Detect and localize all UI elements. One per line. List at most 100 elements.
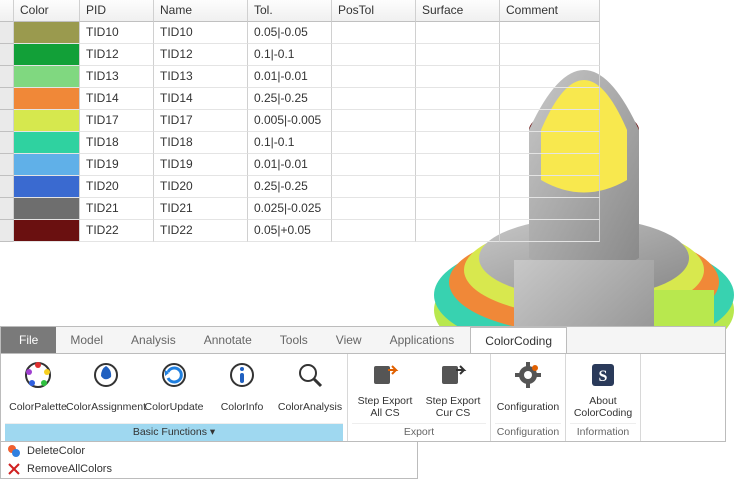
cell-postol[interactable] <box>332 154 416 176</box>
cell-surface[interactable] <box>416 198 500 220</box>
cell-name[interactable]: TID21 <box>154 198 248 220</box>
cell-tol[interactable]: 0.05|-0.05 <box>248 22 332 44</box>
row-selector[interactable] <box>0 22 14 44</box>
cell-pid[interactable]: TID14 <box>80 88 154 110</box>
color-swatch[interactable] <box>14 88 80 110</box>
cell-surface[interactable] <box>416 220 500 242</box>
cell-tol[interactable]: 0.25|-0.25 <box>248 176 332 198</box>
btn-stepexport-curcs[interactable]: Step Export Cur CS <box>420 358 486 421</box>
row-selector-header[interactable] <box>0 0 14 22</box>
color-swatch[interactable] <box>14 44 80 66</box>
cell-surface[interactable] <box>416 110 500 132</box>
cell-surface[interactable] <box>416 88 500 110</box>
cell-comment[interactable] <box>500 132 600 154</box>
col-header-tol.[interactable]: Tol. <box>248 0 332 22</box>
cell-tol[interactable]: 0.05|+0.05 <box>248 220 332 242</box>
col-header-surface[interactable]: Surface <box>416 0 500 22</box>
cell-tol[interactable]: 0.01|-0.01 <box>248 66 332 88</box>
cell-tol[interactable]: 0.1|-0.1 <box>248 132 332 154</box>
col-header-name[interactable]: Name <box>154 0 248 22</box>
tab-colorcoding[interactable]: ColorCoding <box>470 327 567 353</box>
dd-deletecolor[interactable]: DeleteColor <box>1 442 417 460</box>
group-label-basic[interactable]: Basic Functions <box>5 423 343 441</box>
btn-colorpalette[interactable]: ColorPalette <box>5 358 71 421</box>
col-header-comment[interactable]: Comment <box>500 0 600 22</box>
cell-postol[interactable] <box>332 220 416 242</box>
color-swatch[interactable] <box>14 198 80 220</box>
row-selector[interactable] <box>0 198 14 220</box>
cell-comment[interactable] <box>500 88 600 110</box>
tab-file[interactable]: File <box>1 327 56 353</box>
cell-pid[interactable]: TID10 <box>80 22 154 44</box>
cell-comment[interactable] <box>500 220 600 242</box>
cell-tol[interactable]: 0.01|-0.01 <box>248 154 332 176</box>
cell-comment[interactable] <box>500 154 600 176</box>
cell-surface[interactable] <box>416 22 500 44</box>
cell-postol[interactable] <box>332 88 416 110</box>
cell-postol[interactable] <box>332 132 416 154</box>
color-swatch[interactable] <box>14 132 80 154</box>
cell-pid[interactable]: TID21 <box>80 198 154 220</box>
col-header-color[interactable]: Color <box>14 0 80 22</box>
cell-surface[interactable] <box>416 176 500 198</box>
cell-pid[interactable]: TID12 <box>80 44 154 66</box>
cell-comment[interactable] <box>500 22 600 44</box>
btn-about[interactable]: S About ColorCoding <box>570 358 636 421</box>
tab-applications[interactable]: Applications <box>376 327 469 353</box>
cell-name[interactable]: TID10 <box>154 22 248 44</box>
cell-pid[interactable]: TID17 <box>80 110 154 132</box>
row-selector[interactable] <box>0 220 14 242</box>
cell-comment[interactable] <box>500 110 600 132</box>
cell-pid[interactable]: TID13 <box>80 66 154 88</box>
dd-removeallcolors[interactable]: RemoveAllColors <box>1 460 417 478</box>
cell-comment[interactable] <box>500 176 600 198</box>
cell-pid[interactable]: TID19 <box>80 154 154 176</box>
cell-tol[interactable]: 0.025|-0.025 <box>248 198 332 220</box>
color-swatch[interactable] <box>14 220 80 242</box>
col-header-postol[interactable]: PosTol <box>332 0 416 22</box>
tab-tools[interactable]: Tools <box>266 327 322 353</box>
btn-stepexport-allcs[interactable]: Step Export All CS <box>352 358 418 421</box>
cell-pid[interactable]: TID18 <box>80 132 154 154</box>
cell-surface[interactable] <box>416 44 500 66</box>
cell-name[interactable]: TID17 <box>154 110 248 132</box>
cell-comment[interactable] <box>500 198 600 220</box>
tab-model[interactable]: Model <box>56 327 117 353</box>
cell-name[interactable]: TID19 <box>154 154 248 176</box>
cell-surface[interactable] <box>416 132 500 154</box>
cell-pid[interactable]: TID22 <box>80 220 154 242</box>
cell-postol[interactable] <box>332 176 416 198</box>
btn-colorupdate[interactable]: ColorUpdate <box>141 358 207 421</box>
cell-name[interactable]: TID18 <box>154 132 248 154</box>
btn-configuration[interactable]: Configuration <box>495 358 561 421</box>
btn-coloranalysis[interactable]: ColorAnalysis <box>277 358 343 421</box>
cell-pid[interactable]: TID20 <box>80 176 154 198</box>
row-selector[interactable] <box>0 154 14 176</box>
btn-colorinfo[interactable]: ColorInfo <box>209 358 275 421</box>
cell-tol[interactable]: 0.25|-0.25 <box>248 88 332 110</box>
cell-surface[interactable] <box>416 66 500 88</box>
row-selector[interactable] <box>0 176 14 198</box>
cell-comment[interactable] <box>500 66 600 88</box>
cell-postol[interactable] <box>332 44 416 66</box>
cell-postol[interactable] <box>332 66 416 88</box>
cell-name[interactable]: TID20 <box>154 176 248 198</box>
cell-comment[interactable] <box>500 44 600 66</box>
tab-view[interactable]: View <box>322 327 376 353</box>
row-selector[interactable] <box>0 44 14 66</box>
cell-postol[interactable] <box>332 110 416 132</box>
color-swatch[interactable] <box>14 176 80 198</box>
cell-postol[interactable] <box>332 198 416 220</box>
color-swatch[interactable] <box>14 22 80 44</box>
row-selector[interactable] <box>0 88 14 110</box>
col-header-pid[interactable]: PID <box>80 0 154 22</box>
row-selector[interactable] <box>0 66 14 88</box>
color-swatch[interactable] <box>14 154 80 176</box>
cell-name[interactable]: TID12 <box>154 44 248 66</box>
cell-surface[interactable] <box>416 154 500 176</box>
cell-name[interactable]: TID22 <box>154 220 248 242</box>
cell-name[interactable]: TID14 <box>154 88 248 110</box>
tab-annotate[interactable]: Annotate <box>190 327 266 353</box>
cell-name[interactable]: TID13 <box>154 66 248 88</box>
btn-colorassignment[interactable]: ColorAssignment <box>73 358 139 421</box>
